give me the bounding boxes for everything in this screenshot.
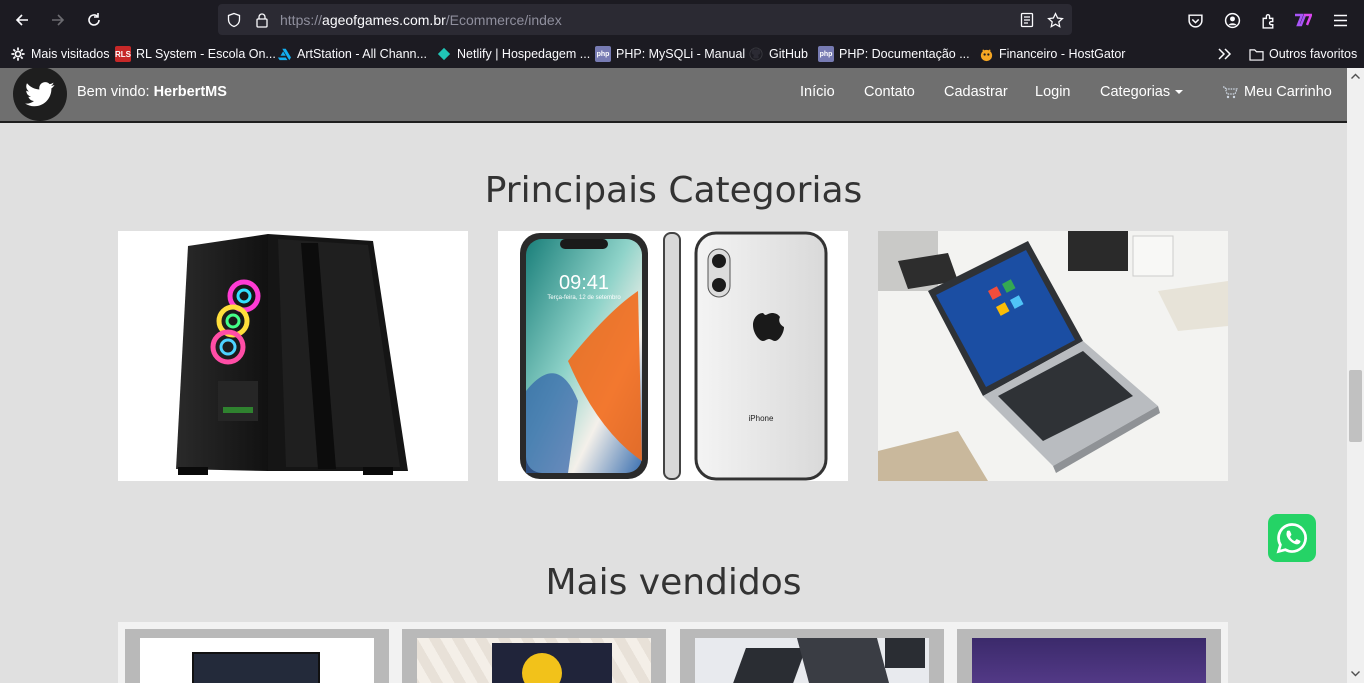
iphone-image: 09:41 Terça-feira, 12 de setembro iPhone — [520, 231, 828, 481]
php-favicon: php — [595, 46, 611, 62]
artstation-favicon — [276, 46, 292, 62]
page-viewport: Bem vindo: HerbertMS Início Contato Cada… — [0, 68, 1347, 683]
rls-favicon: RLS — [115, 46, 131, 62]
account-icon[interactable] — [1221, 9, 1243, 31]
welcome-prefix: Bem vindo: — [77, 84, 154, 100]
twitter-bird-icon — [25, 81, 55, 106]
username: HerbertMS — [153, 84, 227, 100]
bookmark-php-mysqli[interactable]: php PHP: MySQLi - Manual — [595, 45, 745, 63]
url-path: /Ecommerce/index — [445, 12, 562, 28]
reload-icon — [88, 13, 100, 26]
extensions-icon[interactable] — [1257, 9, 1279, 31]
category-card-smartphones[interactable]: 09:41 Terça-feira, 12 de setembro iPhone — [498, 231, 848, 481]
bookmark-github[interactable]: GitHub — [748, 45, 808, 63]
url-scheme: https:// — [280, 12, 323, 28]
back-button[interactable] — [10, 8, 34, 32]
forward-button[interactable] — [46, 8, 70, 32]
laptop-image — [878, 231, 1228, 481]
whatsapp-chat-button[interactable] — [1268, 514, 1316, 562]
scroll-thumb[interactable] — [1349, 370, 1362, 442]
gear-icon — [10, 46, 26, 62]
cart-label: Meu Carrinho — [1244, 84, 1332, 100]
forward-arrow-icon — [52, 14, 65, 26]
other-bookmarks-folder[interactable]: Outros favoritos — [1248, 45, 1357, 63]
nav-contato[interactable]: Contato — [864, 84, 915, 100]
bookmark-label: PHP: Documentação ... — [839, 47, 970, 61]
bookmark-star-icon[interactable] — [1046, 11, 1064, 29]
back-arrow-icon — [15, 14, 28, 26]
best-sellers-row — [118, 622, 1228, 683]
best-seller-card[interactable] — [402, 629, 666, 683]
nav-meu-carrinho[interactable]: Meu Carrinho — [1222, 84, 1332, 100]
bookmark-label: PHP: MySQLi - Manual — [616, 47, 746, 61]
bookmark-label: RL System - Escola On... — [136, 47, 276, 61]
lock-icon[interactable] — [253, 11, 271, 29]
whatsapp-icon — [1276, 523, 1307, 554]
bookmark-php-docs[interactable]: php PHP: Documentação ... — [818, 45, 970, 63]
caret-down-icon — [1175, 90, 1184, 95]
scroll-down-arrow-icon[interactable] — [1350, 669, 1361, 679]
bookmark-rl-system[interactable]: RLS RL System - Escola On... — [115, 45, 276, 63]
address-bar[interactable]: https://ageofgames.com.br/Ecommerce/inde… — [218, 4, 1072, 35]
scroll-up-arrow-icon[interactable] — [1350, 71, 1361, 81]
netlify-favicon — [436, 46, 452, 62]
tracking-shield-icon[interactable] — [225, 11, 243, 29]
nav-cadastrar[interactable]: Cadastrar — [944, 84, 1008, 100]
site-navbar: Bem vindo: HerbertMS Início Contato Cada… — [0, 68, 1347, 123]
welcome-message: Bem vindo: HerbertMS — [77, 84, 227, 100]
nav-categorias-dropdown[interactable]: Categorias — [1100, 84, 1184, 100]
product-image — [972, 638, 1206, 683]
hostgator-favicon — [978, 46, 994, 62]
url-text[interactable]: https://ageofgames.com.br/Ecommerce/inde… — [280, 12, 562, 28]
bookmark-label: ArtStation - All Chann... — [297, 47, 427, 61]
github-favicon — [748, 46, 764, 62]
bookmark-hostgator[interactable]: Financeiro - HostGator — [978, 45, 1125, 63]
reload-button[interactable] — [82, 8, 106, 32]
bookmark-label: GitHub — [769, 47, 808, 61]
best-sellers-heading: Mais vendidos — [545, 562, 802, 603]
bookmark-label: Mais visitados — [31, 47, 110, 61]
bookmark-label: Netlify | Hospedagem ... — [457, 47, 591, 61]
bookmark-artstation[interactable]: ArtStation - All Chann... — [276, 45, 427, 63]
product-image — [417, 638, 651, 683]
gaming-pc-image — [176, 234, 408, 475]
url-domain: ageofgames.com.br — [322, 12, 446, 28]
pocket-icon[interactable] — [1184, 9, 1206, 31]
categories-heading: Principais Categorias — [484, 170, 863, 211]
best-seller-card[interactable] — [680, 629, 944, 683]
nav-inicio[interactable]: Início — [800, 84, 835, 100]
page-scrollbar[interactable] — [1347, 68, 1364, 683]
best-seller-card[interactable] — [957, 629, 1221, 683]
bookmark-mais-visitados[interactable]: Mais visitados — [10, 45, 110, 63]
double-chevron-icon — [1218, 48, 1232, 60]
product-image — [695, 638, 929, 683]
bookmark-label: Financeiro - HostGator — [999, 47, 1126, 61]
phone-time: 09:41 — [559, 272, 609, 294]
extension-logo-icon[interactable] — [1292, 9, 1314, 31]
category-card-computers[interactable] — [118, 231, 468, 481]
other-bookmarks-label: Outros favoritos — [1269, 47, 1358, 61]
shopping-cart-icon — [1223, 86, 1238, 99]
product-image — [140, 638, 374, 683]
phone-brand: iPhone — [749, 414, 774, 423]
menu-hamburger-icon[interactable] — [1329, 9, 1351, 31]
site-logo[interactable] — [13, 68, 67, 121]
bookmarks-bar: Mais visitados RLS RL System - Escola On… — [0, 40, 1364, 68]
bookmarks-overflow-button[interactable] — [1218, 45, 1232, 63]
folder-icon — [1248, 46, 1264, 62]
browser-toolbar: https://ageofgames.com.br/Ecommerce/inde… — [0, 0, 1364, 40]
category-card-laptops[interactable] — [878, 231, 1228, 481]
php-favicon: php — [818, 46, 834, 62]
nav-categorias-label: Categorias — [1100, 84, 1171, 100]
best-seller-card[interactable] — [125, 629, 389, 683]
phone-date: Terça-feira, 12 de setembro — [547, 295, 621, 301]
reader-view-icon[interactable] — [1018, 11, 1036, 29]
nav-login[interactable]: Login — [1035, 84, 1070, 100]
bookmark-netlify[interactable]: Netlify | Hospedagem ... — [436, 45, 590, 63]
